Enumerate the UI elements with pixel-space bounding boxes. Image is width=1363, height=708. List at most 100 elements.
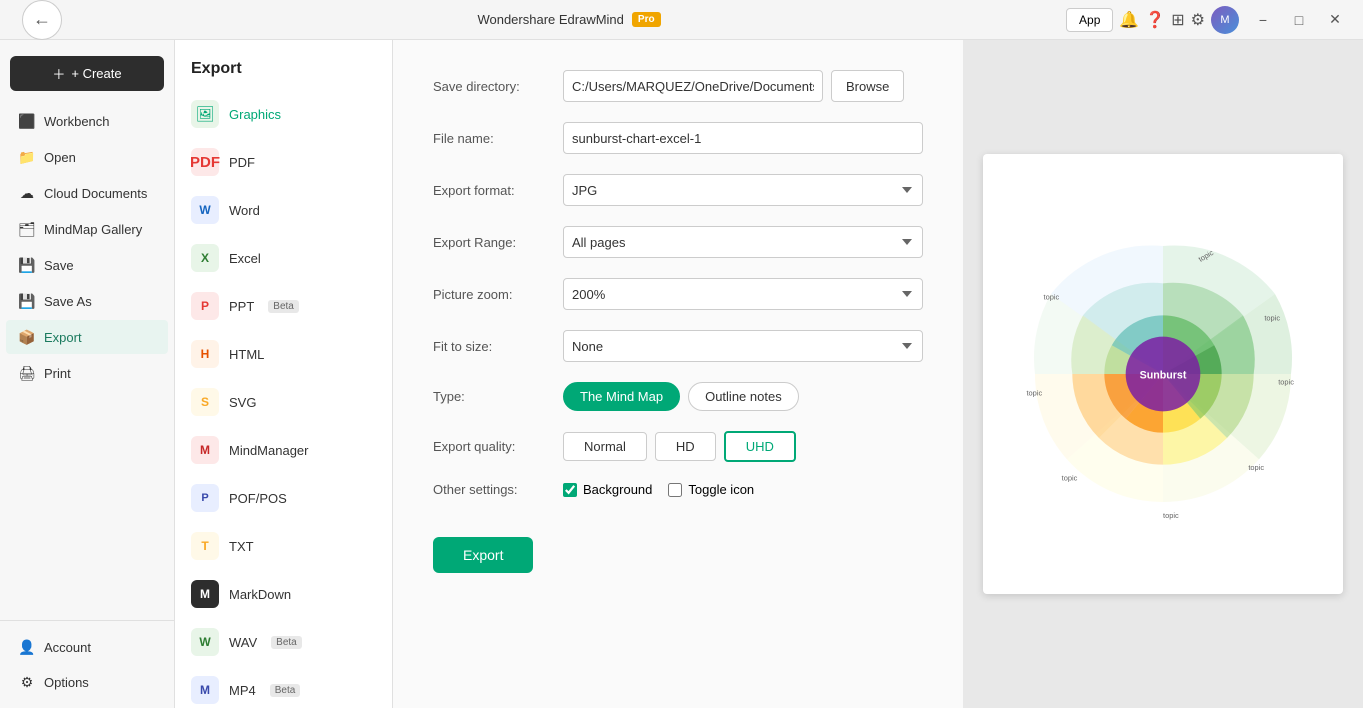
other-settings-label: Other settings: bbox=[433, 482, 563, 497]
svg-format-icon: S bbox=[191, 388, 219, 416]
notification-icon[interactable]: 🔔 bbox=[1119, 10, 1139, 30]
picture-zoom-select[interactable]: 200% 100% 150% bbox=[563, 278, 923, 310]
back-button[interactable]: ← bbox=[22, 0, 62, 40]
export-range-control: All pages Current page bbox=[563, 226, 923, 258]
preview-svg: Sunburst topic topic topic topic topic t… bbox=[1003, 174, 1323, 574]
fit-to-size-label: Fit to size: bbox=[433, 339, 563, 354]
save-directory-control: Browse bbox=[563, 70, 923, 102]
quality-normal-button[interactable]: Normal bbox=[563, 432, 647, 461]
format-item-ppt[interactable]: P PPT Beta bbox=[175, 282, 392, 330]
save-as-icon: 💾 bbox=[18, 292, 36, 310]
format-sidebar: Export 🖼 Graphics PDF PDF W Word X Excel… bbox=[175, 40, 393, 708]
save-directory-label: Save directory: bbox=[433, 79, 563, 94]
format-item-txt[interactable]: T TXT bbox=[175, 522, 392, 570]
minimize-button[interactable]: − bbox=[1247, 8, 1279, 32]
left-sidebar: ＋ + Create ⬛ Workbench 📁 Open ☁ Cloud Do… bbox=[0, 40, 175, 708]
export-range-row: Export Range: All pages Current page bbox=[433, 226, 923, 258]
svg-text:Sunburst: Sunburst bbox=[1140, 369, 1187, 381]
markdown-format-icon: M bbox=[191, 580, 219, 608]
excel-format-icon: X bbox=[191, 244, 219, 272]
mp4-beta-badge: Beta bbox=[270, 684, 301, 697]
toggle-icon-label: Toggle icon bbox=[688, 482, 754, 497]
type-buttons: The Mind Map Outline notes bbox=[563, 382, 923, 411]
txt-format-icon: T bbox=[191, 532, 219, 560]
background-checkbox-item[interactable]: Background bbox=[563, 482, 652, 497]
main-area: ＋ + Create ⬛ Workbench 📁 Open ☁ Cloud Do… bbox=[0, 40, 1363, 708]
sidebar-item-mindmap-gallery[interactable]: 🗂 MindMap Gallery bbox=[6, 212, 168, 246]
pdf-format-icon: PDF bbox=[191, 148, 219, 176]
mp4-format-icon: M bbox=[191, 676, 219, 704]
sidebar-item-account[interactable]: 👤 Account bbox=[6, 630, 168, 664]
format-item-html[interactable]: H HTML bbox=[175, 330, 392, 378]
export-range-select[interactable]: All pages Current page bbox=[563, 226, 923, 258]
type-mind-map-button[interactable]: The Mind Map bbox=[563, 382, 680, 411]
picture-zoom-label: Picture zoom: bbox=[433, 287, 563, 302]
svg-text:topic: topic bbox=[1278, 378, 1294, 387]
format-sidebar-title: Export bbox=[175, 40, 392, 90]
save-directory-input[interactable] bbox=[563, 70, 823, 102]
preview-card: Sunburst topic topic topic topic topic t… bbox=[983, 154, 1343, 594]
html-format-icon: H bbox=[191, 340, 219, 368]
format-item-pdf[interactable]: PDF PDF bbox=[175, 138, 392, 186]
avatar[interactable]: M bbox=[1211, 6, 1239, 34]
toggle-icon-checkbox[interactable] bbox=[668, 483, 682, 497]
cloud-icon: ☁ bbox=[18, 184, 36, 202]
pro-badge: Pro bbox=[632, 12, 661, 27]
export-format-row: Export format: JPG PNG BMP TIFF bbox=[433, 174, 923, 206]
app-button[interactable]: App bbox=[1066, 8, 1113, 32]
export-format-control: JPG PNG BMP TIFF bbox=[563, 174, 923, 206]
mindmanager-format-icon: M bbox=[191, 436, 219, 464]
app-name: Wondershare EdrawMind bbox=[477, 12, 623, 27]
sidebar-item-workbench[interactable]: ⬛ Workbench bbox=[6, 104, 168, 138]
export-icon: 📦 bbox=[18, 328, 36, 346]
format-item-markdown[interactable]: M MarkDown bbox=[175, 570, 392, 618]
graphics-format-icon: 🖼 bbox=[191, 100, 219, 128]
format-item-excel[interactable]: X Excel bbox=[175, 234, 392, 282]
export-button[interactable]: Export bbox=[433, 537, 533, 573]
export-format-select[interactable]: JPG PNG BMP TIFF bbox=[563, 174, 923, 206]
format-item-svg[interactable]: S SVG bbox=[175, 378, 392, 426]
format-item-graphics[interactable]: 🖼 Graphics bbox=[175, 90, 392, 138]
fit-to-size-select[interactable]: None A4 A3 bbox=[563, 330, 923, 362]
background-label: Background bbox=[583, 482, 652, 497]
sidebar-item-export[interactable]: 📦 Export bbox=[6, 320, 168, 354]
checkbox-row: Background Toggle icon bbox=[563, 482, 754, 497]
titlebar-center: Wondershare EdrawMind Pro bbox=[477, 12, 660, 27]
sidebar-item-save[interactable]: 💾 Save bbox=[6, 248, 168, 282]
layout-icon[interactable]: ⊞ bbox=[1171, 10, 1184, 30]
other-settings-control: Background Toggle icon bbox=[563, 482, 923, 497]
sidebar-item-open[interactable]: 📁 Open bbox=[6, 140, 168, 174]
print-icon: 🖨 bbox=[18, 364, 36, 382]
sidebar-item-options[interactable]: ⚙ Options bbox=[6, 665, 168, 699]
toggle-icon-checkbox-item[interactable]: Toggle icon bbox=[668, 482, 754, 497]
fit-to-size-row: Fit to size: None A4 A3 bbox=[433, 330, 923, 362]
wav-format-icon: W bbox=[191, 628, 219, 656]
maximize-button[interactable]: □ bbox=[1283, 8, 1315, 32]
file-name-input[interactable] bbox=[563, 122, 923, 154]
titlebar-right: App 🔔 ❓ ⊞ ⚙ M − □ ✕ bbox=[1066, 6, 1351, 34]
more-icon[interactable]: ⚙ bbox=[1191, 10, 1205, 30]
format-item-wav[interactable]: W WAV Beta bbox=[175, 618, 392, 666]
create-button[interactable]: ＋ + Create bbox=[10, 56, 164, 91]
background-checkbox[interactable] bbox=[563, 483, 577, 497]
mindmap-gallery-icon: 🗂 bbox=[18, 220, 36, 238]
svg-text:topic: topic bbox=[1163, 511, 1179, 520]
titlebar: ← Wondershare EdrawMind Pro App 🔔 ❓ ⊞ ⚙ … bbox=[0, 0, 1363, 40]
quality-hd-button[interactable]: HD bbox=[655, 432, 716, 461]
format-item-mindmanager[interactable]: M MindManager bbox=[175, 426, 392, 474]
browse-button[interactable]: Browse bbox=[831, 70, 904, 102]
sidebar-item-cloud[interactable]: ☁ Cloud Documents bbox=[6, 176, 168, 210]
sidebar-item-print[interactable]: 🖨 Print bbox=[6, 356, 168, 390]
help-icon[interactable]: ❓ bbox=[1145, 10, 1165, 30]
quality-buttons: Normal HD UHD bbox=[563, 431, 923, 462]
sidebar-item-save-as[interactable]: 💾 Save As bbox=[6, 284, 168, 318]
svg-text:topic: topic bbox=[1264, 314, 1280, 323]
format-item-pofpos[interactable]: P POF/POS bbox=[175, 474, 392, 522]
type-outline-notes-button[interactable]: Outline notes bbox=[688, 382, 799, 411]
picture-zoom-control: 200% 100% 150% bbox=[563, 278, 923, 310]
ppt-format-icon: P bbox=[191, 292, 219, 320]
format-item-word[interactable]: W Word bbox=[175, 186, 392, 234]
close-button[interactable]: ✕ bbox=[1319, 8, 1351, 32]
format-item-mp4[interactable]: M MP4 Beta bbox=[175, 666, 392, 708]
quality-uhd-button[interactable]: UHD bbox=[724, 431, 796, 462]
